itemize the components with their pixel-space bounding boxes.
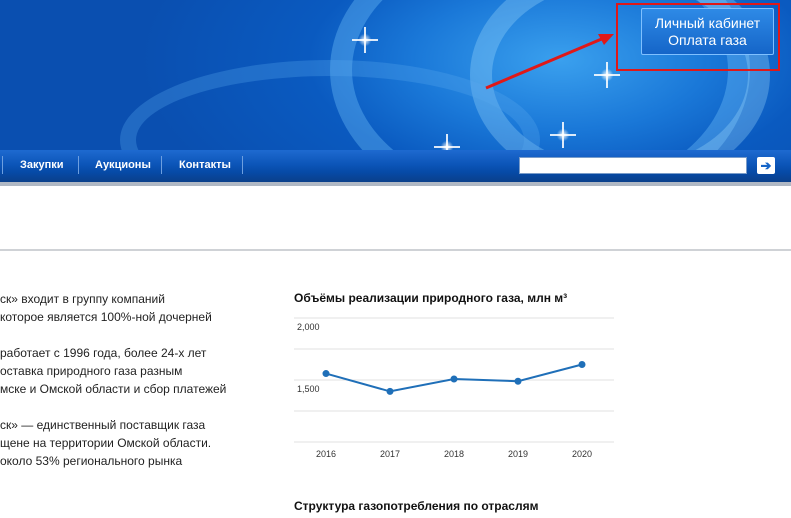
x-tick-label: 2017 [380, 449, 400, 459]
nav-divider [161, 156, 162, 174]
data-point [514, 377, 522, 385]
data-point [386, 387, 394, 395]
intro-line: работает с 1996 года, более 24-х лет [0, 346, 207, 360]
y-tick-label: 2,000 [297, 322, 320, 332]
nav-item-auctions[interactable]: Аукционы [95, 159, 151, 171]
intro-line: около 53% регионального рынка [0, 454, 183, 468]
search-go-icon[interactable]: ➔ [757, 157, 775, 174]
data-point [322, 370, 330, 378]
nav-divider [242, 156, 243, 174]
annotation-arrow-icon [485, 34, 614, 90]
chart-title: Объёмы реализации природного газа, млн м… [294, 291, 568, 305]
nav-divider [2, 156, 3, 174]
intro-line: мске и Омской области и сбор платежей [0, 382, 227, 396]
intro-paragraph: ск» — единственный поставщик газа щене н… [0, 416, 260, 470]
personal-account-label: Личный кабинет [654, 15, 761, 31]
x-tick-label: 2020 [572, 449, 592, 459]
personal-account-button[interactable]: Личный кабинет Оплата газа [641, 8, 774, 55]
intro-paragraph: работает с 1996 года, более 24-х лет ост… [0, 344, 260, 398]
sales-volume-chart: 1,500 2,000 2016 2017 2018 2019 2020 [294, 317, 614, 459]
y-tick-label: 1,500 [297, 384, 320, 394]
nav-item-purchases[interactable]: Закупки [20, 159, 64, 171]
sparkle-icon [434, 134, 460, 150]
x-tick-label: 2018 [444, 449, 464, 459]
nav-item-contacts[interactable]: Контакты [179, 159, 231, 171]
divider [0, 249, 791, 251]
intro-paragraph: ск» входит в группу компаний которое явл… [0, 290, 260, 326]
x-tick-label: 2019 [508, 449, 528, 459]
intro-text: ск» входит в группу компаний которое явл… [0, 290, 260, 488]
intro-line: ск» — единственный поставщик газа [0, 418, 206, 432]
data-point [450, 375, 458, 383]
gas-payment-label: Оплата газа [668, 32, 747, 48]
intro-line: щене на территории Омской области. [0, 436, 212, 450]
x-tick-label: 2016 [316, 449, 336, 459]
intro-line: которое является 100%-ной дочерней [0, 310, 212, 324]
sparkle-icon [550, 122, 576, 148]
nav-divider [78, 156, 79, 174]
intro-line: оставка природного газа разным [0, 364, 183, 378]
sparkle-icon [352, 27, 378, 53]
search-input[interactable] [519, 157, 747, 174]
intro-line: ск» входит в группу компаний [0, 292, 165, 306]
data-point [578, 361, 586, 368]
consumption-structure-title: Структура газопотребления по отраслям [294, 499, 539, 513]
